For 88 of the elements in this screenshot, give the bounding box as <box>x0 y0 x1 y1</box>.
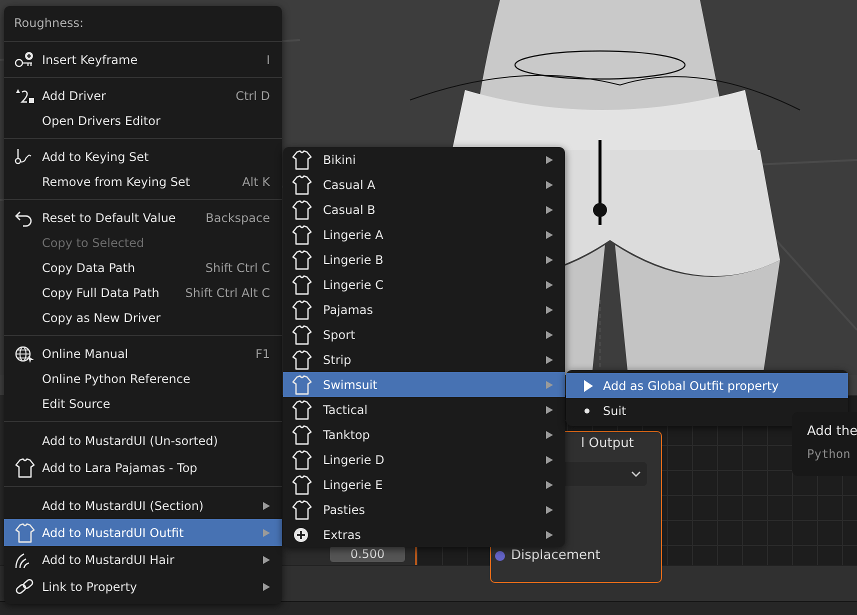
shirt-icon <box>291 474 313 494</box>
menu-item[interactable]: Link to Property <box>4 573 282 600</box>
submenu-arrow-icon <box>262 556 270 564</box>
menu-item[interactable]: Open Drivers Editor <box>4 108 282 133</box>
submenu-arrow-icon <box>545 180 553 188</box>
submenu-arrow-icon <box>545 230 553 238</box>
shirt-icon <box>291 450 313 470</box>
shirt-icon <box>291 324 313 344</box>
submenu-arrow-icon <box>545 280 553 288</box>
menu-item[interactable]: Copy as New Driver <box>4 305 282 330</box>
submenu-arrow-icon <box>545 430 553 438</box>
menu-item[interactable]: Copy Full Data Path Shift Ctrl Alt C <box>4 280 282 305</box>
submenu-arrow-icon <box>545 330 553 338</box>
shortcut-text: Shift Ctrl Alt C <box>184 286 270 300</box>
driver-icon <box>14 86 36 104</box>
shortcut-text: F1 <box>254 346 270 360</box>
menu-item[interactable]: Strip <box>283 347 565 372</box>
chevron-icon <box>631 471 641 477</box>
shortcut-text: Alt K <box>241 174 270 188</box>
menu-item[interactable]: Add to Keying Set <box>4 144 282 169</box>
shirt-icon <box>291 424 313 444</box>
menu-item[interactable]: Insert Keyframe I <box>4 47 282 72</box>
submenu-arrow-icon <box>545 206 553 214</box>
link-icon <box>14 578 36 596</box>
shirt-icon <box>291 274 313 294</box>
menu-item[interactable]: Copy Data Path Shift Ctrl C <box>4 255 282 280</box>
menu-item[interactable]: Edit Source <box>4 391 282 416</box>
shirt-icon <box>14 458 36 478</box>
submenu-arrow-icon <box>545 356 553 364</box>
tooltip-text: Add the <box>807 424 857 439</box>
submenu-arrow-icon <box>545 380 553 388</box>
value-field[interactable]: 0.500 <box>330 546 405 562</box>
shirt-icon <box>291 374 313 394</box>
socket-label: Displacement <box>511 548 600 563</box>
python-text: Python <box>807 447 852 461</box>
shirt-icon <box>14 522 36 542</box>
shirt-icon <box>291 350 313 370</box>
menu-item[interactable]: Add Driver Ctrl D <box>4 83 282 108</box>
submenu-arrow-icon <box>262 502 270 510</box>
shortcut-text: Shift Ctrl C <box>204 260 270 274</box>
submenu-arrow-icon <box>545 406 553 414</box>
submenu-arrow-icon <box>545 456 553 464</box>
submenu-arrow-icon <box>545 506 553 514</box>
shirt-icon <box>291 174 313 194</box>
shirt-icon <box>291 224 313 244</box>
bullet-icon <box>584 408 590 414</box>
submenu-arrow-icon <box>545 256 553 264</box>
shirt-icon <box>291 400 313 420</box>
menu-item[interactable]: Pajamas <box>283 297 565 322</box>
shortcut-text: I <box>265 52 270 66</box>
menu-item[interactable]: Lingerie C <box>283 272 565 297</box>
submenu-arrow-icon <box>545 480 553 488</box>
shortcut-text: Ctrl D <box>234 88 270 102</box>
submenu-arrow-icon <box>545 156 553 164</box>
menu-item[interactable]: Sport <box>283 322 565 347</box>
menu-item[interactable]: Online Manual F1 <box>4 341 282 366</box>
menu-item[interactable]: Remove from Keying Set Alt K <box>4 169 282 194</box>
shirt-icon <box>291 200 313 220</box>
socket-dot[interactable] <box>495 550 505 560</box>
shortcut-text: Backspace <box>204 210 270 224</box>
shirt-icon <box>291 500 313 520</box>
node-title: l Output <box>581 436 634 451</box>
menu-item[interactable]: Lingerie B <box>283 247 565 272</box>
shirt-icon <box>291 250 313 270</box>
menu-item[interactable]: Bikini <box>283 147 565 172</box>
menu-item[interactable]: Add to MustardUI Outfit <box>4 519 282 546</box>
shirt-icon <box>291 300 313 320</box>
menu-item[interactable]: Suit <box>566 398 848 423</box>
shirt-icon <box>291 150 313 170</box>
menu-item[interactable]: Reset to Default Value Backspace <box>4 205 282 230</box>
menu-item[interactable]: Online Python Reference <box>4 366 282 391</box>
submenu-arrow-icon <box>262 582 270 590</box>
menu-item[interactable]: Swimsuit <box>283 372 565 397</box>
menu-item[interactable]: Add to Lara Pajamas - Top <box>4 454 282 481</box>
menu-title: Roughness: <box>13 15 85 32</box>
menu-item[interactable]: Casual B <box>283 197 565 222</box>
menu-item[interactable]: Add as Global Outfit property <box>566 373 848 398</box>
menu-item[interactable]: Add to MustardUI Hair <box>4 546 282 573</box>
menu-item[interactable]: Add to MustardUI (Un-sorted) <box>4 427 282 454</box>
keyframe-add-icon <box>14 50 36 68</box>
menu-item[interactable]: Tactical <box>283 397 565 422</box>
menu-item[interactable]: Casual A <box>283 172 565 197</box>
submenu-arrow-icon <box>545 530 553 538</box>
submenu-arrow-icon <box>262 528 270 536</box>
menu-item[interactable]: Lingerie A <box>283 222 565 247</box>
menu-item[interactable]: Add to MustardUI (Section) <box>4 492 282 519</box>
globe-icon <box>14 344 36 362</box>
submenu-arrow-icon <box>545 306 553 314</box>
